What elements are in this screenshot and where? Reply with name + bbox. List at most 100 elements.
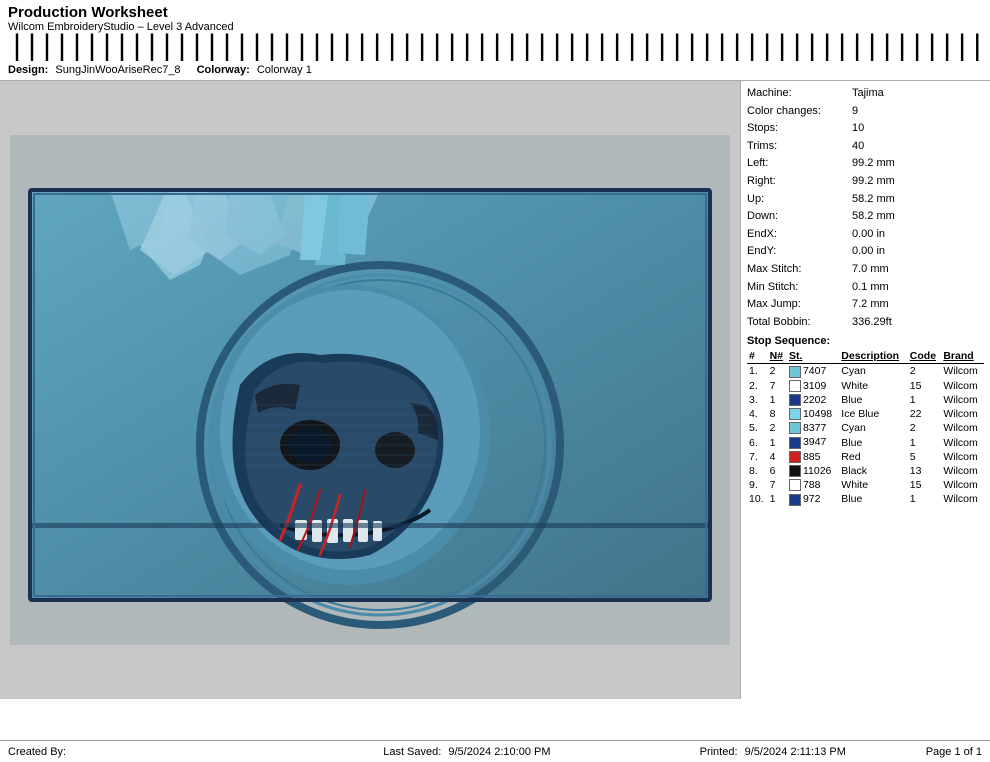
color-swatch [789,394,801,406]
color-swatch [789,366,801,378]
endx-value: 0.00 in [852,226,885,244]
row-num: 8. [747,464,768,478]
right-value: 99.2 mm [852,173,895,191]
row-swatch-st: 972 [787,492,839,506]
row-code: 5 [908,450,942,464]
row-n: 4 [768,450,787,464]
machine-label: Machine: [747,85,852,103]
endy-value: 0.00 in [852,243,885,261]
table-row: 10. 1 972 Blue 1 Wilcom [747,492,984,506]
content-area: Machine: Tajima Color changes: 9 Stops: … [0,81,990,699]
row-swatch-st: 3109 [787,379,839,393]
last-saved-label: Last Saved: [383,746,441,758]
row-code: 13 [908,464,942,478]
row-code: 22 [908,407,942,421]
row-num: 1. [747,364,768,379]
row-brand: Wilcom [941,464,984,478]
table-row: 9. 7 788 White 15 Wilcom [747,478,984,492]
embroidery-design [10,135,730,645]
total-bobbin-label: Total Bobbin: [747,314,852,332]
row-n: 2 [768,364,787,379]
color-swatch [789,380,801,392]
embroidery-area [0,81,740,699]
row-code: 2 [908,364,942,379]
page-title: Production Worksheet [8,4,990,21]
row-brand: Wilcom [941,450,984,464]
col-brand: Brand [941,349,984,364]
row-num: 6. [747,435,768,449]
stop-sequence-section: Stop Sequence: # N# St. Description Code… [747,335,984,506]
row-brand: Wilcom [941,364,984,379]
down-label: Down: [747,208,852,226]
row-description: Blue [839,435,908,449]
row-swatch-st: 885 [787,450,839,464]
table-row: 2. 7 3109 White 15 Wilcom [747,379,984,393]
endx-label: EndX: [747,226,852,244]
row-description: Blue [839,492,908,506]
down-value: 58.2 mm [852,208,895,226]
col-st: St. [787,349,839,364]
table-row: 5. 2 8377 Cyan 2 Wilcom [747,421,984,435]
row-description: Black [839,464,908,478]
row-description: Red [839,450,908,464]
color-changes-label: Color changes: [747,103,852,121]
design-label: Design: [8,64,48,76]
stop-sequence-label: Stop Sequence: [747,335,984,347]
up-label: Up: [747,191,852,209]
last-saved-value: 9/5/2024 2:10:00 PM [448,746,550,758]
col-desc: Description [839,349,908,364]
row-code: 15 [908,478,942,492]
row-code: 1 [908,435,942,449]
row-n: 1 [768,393,787,407]
row-brand: Wilcom [941,407,984,421]
table-row: 4. 8 10498 Ice Blue 22 Wilcom [747,407,984,421]
row-description: Cyan [839,364,908,379]
table-row: 7. 4 885 Red 5 Wilcom [747,450,984,464]
row-brand: Wilcom [941,393,984,407]
row-n: 6 [768,464,787,478]
right-label: Right: [747,173,852,191]
design-field: Design: SungJinWooAriseRec7_8 [8,64,181,76]
right-panel: Machine: Tajima Color changes: 9 Stops: … [740,81,990,699]
max-jump-label: Max Jump: [747,296,852,314]
stops-label: Stops: [747,120,852,138]
table-row: 1. 2 7407 Cyan 2 Wilcom [747,364,984,379]
max-stitch-label: Max Stitch: [747,261,852,279]
left-label: Left: [747,155,852,173]
footer: Created By: Last Saved: 9/5/2024 2:10:00… [0,740,990,762]
col-code: Code [908,349,942,364]
left-value: 99.2 mm [852,155,895,173]
created-by-label: Created By: [8,746,66,758]
row-description: White [839,478,908,492]
row-num: 7. [747,450,768,464]
max-stitch-value: 7.0 mm [852,261,889,279]
min-stitch-value: 0.1 mm [852,279,889,297]
footer-created-by: Created By: [8,746,314,758]
row-code: 15 [908,379,942,393]
machine-value: Tajima [852,85,884,103]
page-wrapper: Production Worksheet Wilcom EmbroiderySt… [0,0,990,762]
row-brand: Wilcom [941,379,984,393]
color-swatch [789,437,801,449]
row-description: Ice Blue [839,407,908,421]
trims-label: Trims: [747,138,852,156]
row-n: 7 [768,478,787,492]
col-num: # [747,349,768,364]
footer-printed: Printed: 9/5/2024 2:11:13 PM [620,746,926,758]
row-num: 5. [747,421,768,435]
row-num: 9. [747,478,768,492]
row-n: 1 [768,435,787,449]
barcode: ||||||||||||||||||||||||||||||||||||||||… [8,35,990,62]
stop-sequence-table: # N# St. Description Code Brand 1. 2 740… [747,349,984,506]
total-bobbin-value: 336.29ft [852,314,892,332]
color-changes-value: 9 [852,103,858,121]
row-swatch-st: 2202 [787,393,839,407]
row-swatch-st: 7407 [787,364,839,379]
table-row: 6. 1 3947 Blue 1 Wilcom [747,435,984,449]
row-swatch-st: 788 [787,478,839,492]
footer-last-saved: Last Saved: 9/5/2024 2:10:00 PM [314,746,620,758]
row-code: 2 [908,421,942,435]
colorway-field: Colorway: Colorway 1 [197,64,312,76]
color-swatch [789,408,801,420]
row-swatch-st: 11026 [787,464,839,478]
